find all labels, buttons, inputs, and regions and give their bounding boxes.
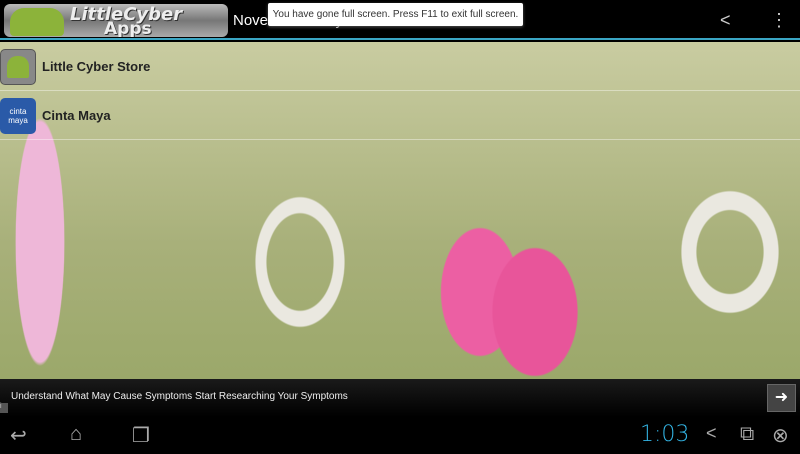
ad-arrow-button[interactable]: ➜ [767,384,796,412]
home-icon[interactable]: ⌂ [70,423,82,446]
ad-banner[interactable]: Understand What May Cause Symptoms Start… [0,379,800,417]
overflow-menu-icon[interactable]: ⋮ [770,10,788,31]
app-logo[interactable]: LittleCyber Apps [4,4,228,37]
little-cyber-store-icon [0,48,36,85]
background-image: Little Cyber Store cinta maya Cinta Maya [0,42,800,379]
logo-text-sub: Apps [104,19,152,37]
list-item[interactable]: Little Cyber Store [0,43,800,91]
window-icon[interactable]: ⧉ [740,423,754,446]
ad-info-icon[interactable]: i [0,403,8,413]
list-item-label: Cinta Maya [42,108,111,123]
back-icon[interactable]: ↩ [10,423,27,448]
system-nav-bar: ↩ ⌂ ❐ 1:03 < ⧉ ⊗ [0,417,800,454]
recent-apps-icon[interactable]: ❐ [132,423,150,448]
list-item-label: Little Cyber Store [42,59,151,74]
ad-text[interactable]: Understand What May Cause Symptoms Start… [11,391,348,402]
list-item[interactable]: cinta maya Cinta Maya [0,92,800,140]
clock: 1:03 [640,422,690,447]
close-icon[interactable]: ⊗ [772,423,789,448]
android-logo-icon [10,8,64,36]
share-icon[interactable]: < [720,10,731,31]
fullscreen-toast: You have gone full screen. Press F11 to … [268,3,523,26]
share-status-icon: < [706,423,717,443]
cinta-maya-icon: cinta maya [0,97,36,134]
